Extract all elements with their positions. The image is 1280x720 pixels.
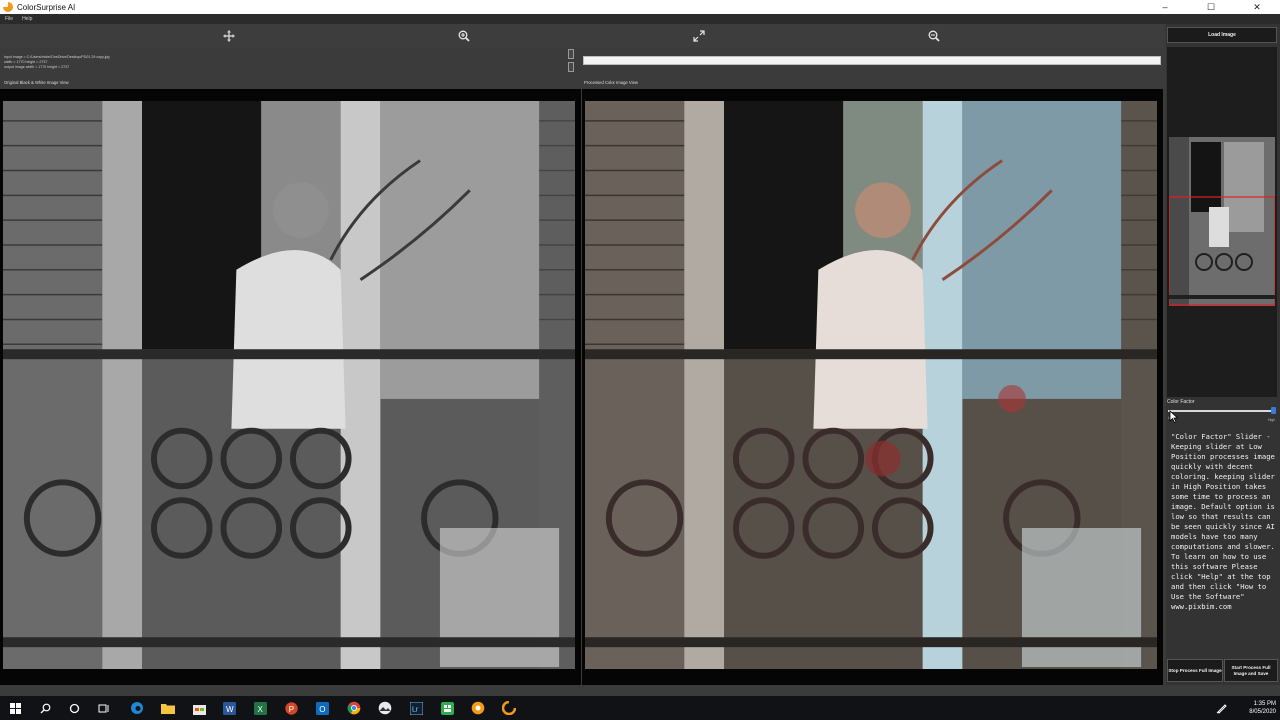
- window-title: ColorSurprise AI: [17, 2, 76, 12]
- powerpoint-icon[interactable]: P: [283, 700, 299, 716]
- zoom-out-icon[interactable]: [927, 29, 941, 43]
- maximize-button[interactable]: ☐: [1188, 0, 1234, 14]
- processed-image-view[interactable]: [582, 89, 1163, 685]
- menu-bar: File Help: [0, 14, 1280, 24]
- svg-text:X: X: [257, 705, 263, 714]
- output-size-text: output image width = 1770 height = 2737: [4, 65, 70, 69]
- original-image-view[interactable]: [0, 89, 581, 685]
- input-size-text: width = 1770 height = 2737: [4, 60, 48, 64]
- svg-text:O: O: [319, 705, 325, 714]
- colorsurprise-icon[interactable]: [501, 700, 517, 716]
- fullscreen-icon[interactable]: [692, 29, 706, 43]
- taskbar: W X P O Lr 1:35 PM 8/05/2020: [0, 696, 1280, 720]
- zoom-in-icon[interactable]: [457, 29, 471, 43]
- svg-text:P: P: [288, 705, 293, 714]
- mouse-cursor-icon: [1169, 410, 1178, 423]
- outlook-icon[interactable]: O: [314, 700, 330, 716]
- processed-image: [585, 100, 1157, 670]
- info-scroll-down[interactable]: [568, 62, 574, 72]
- photos-icon[interactable]: [377, 700, 393, 716]
- thumbnail-image: [1169, 137, 1275, 306]
- cortana-icon[interactable]: [66, 700, 82, 716]
- input-path-text: input image = C:/Users/mixie/OneDrive/De…: [4, 55, 110, 59]
- close-button[interactable]: ✕: [1234, 0, 1280, 14]
- thumbnail-preview[interactable]: [1169, 137, 1275, 306]
- menu-help[interactable]: Help: [22, 16, 32, 22]
- color-factor-label: Color Factor: [1167, 399, 1195, 405]
- toolbar: [0, 24, 1163, 48]
- search-icon[interactable]: [37, 700, 53, 716]
- title-bar: ColorSurprise AI – ☐ ✕: [0, 0, 1280, 14]
- file-explorer-icon[interactable]: [160, 700, 176, 716]
- color-factor-slider[interactable]: [1168, 410, 1276, 412]
- clock-time: 1:35 PM: [1253, 701, 1276, 707]
- original-view-label: Original Black & White Image View: [4, 80, 69, 85]
- original-image: [3, 100, 575, 670]
- clock-date: 8/05/2020: [1249, 709, 1276, 715]
- windows-start-icon[interactable]: [7, 700, 23, 716]
- load-image-button[interactable]: Load Image: [1167, 27, 1277, 43]
- info-scroll-up[interactable]: [568, 49, 574, 59]
- task-view-icon[interactable]: [96, 700, 112, 716]
- stop-process-button[interactable]: Stop Process Full Image: [1167, 659, 1223, 682]
- pen-tray-icon[interactable]: [1216, 702, 1228, 714]
- app-logo-icon: [3, 2, 13, 12]
- system-clock[interactable]: 1:35 PM 8/05/2020: [1236, 700, 1276, 716]
- color-factor-help-text: "Color Factor" Slider - Keeping slider a…: [1171, 432, 1275, 611]
- window-controls: – ☐ ✕: [1142, 0, 1280, 14]
- app-green-icon[interactable]: [439, 700, 455, 716]
- move-icon[interactable]: [222, 29, 236, 43]
- menu-file[interactable]: File: [5, 16, 13, 22]
- lightroom-icon[interactable]: Lr: [408, 700, 424, 716]
- color-factor-slider-handle[interactable]: [1271, 407, 1276, 414]
- svg-text:W: W: [226, 705, 234, 714]
- start-process-save-button[interactable]: Start Process Full Image and Save: [1224, 659, 1278, 682]
- excel-icon[interactable]: X: [252, 700, 268, 716]
- progress-bar: [583, 56, 1161, 65]
- edge-icon[interactable]: [129, 700, 145, 716]
- slider-high-label: High: [1268, 418, 1276, 422]
- store-icon[interactable]: [191, 700, 207, 716]
- svg-text:Lr: Lr: [412, 706, 419, 713]
- minimize-button[interactable]: –: [1142, 0, 1188, 14]
- app-orange-icon[interactable]: [470, 700, 486, 716]
- processed-view-label: Processed Color Image View: [584, 80, 638, 85]
- chrome-icon[interactable]: [346, 700, 362, 716]
- word-icon[interactable]: W: [221, 700, 237, 716]
